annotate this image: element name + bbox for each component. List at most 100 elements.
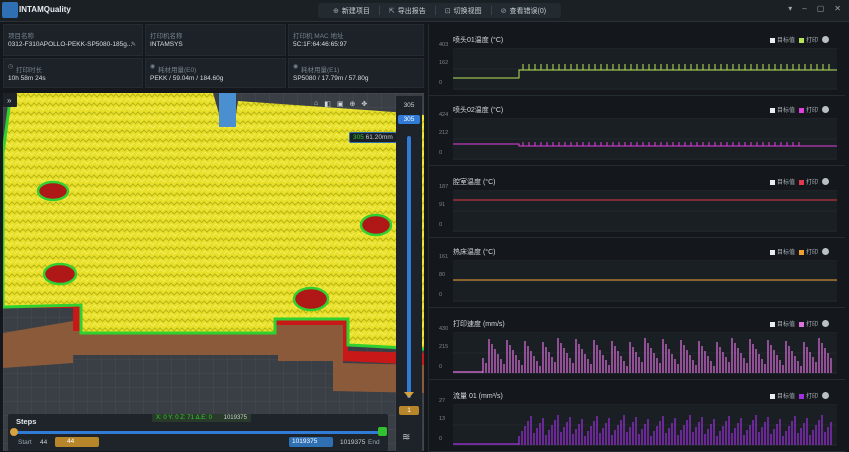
y-tick-label: 212 [439,130,449,136]
main-menu: ⊕ 新建项目 ⇱ 导出报告 ⊡ 切换视图 ⊘ 查看错误(0) [318,3,562,18]
steps-end-value: 1019375 [340,439,366,446]
chart-title: 腔室温度 (°C) [453,179,496,186]
info-project-name: 项目名称 0312-F310APOLLO-PEKK-SP5080-185g...… [3,24,143,56]
layer-slider-track[interactable] [407,136,411,398]
print-info-grid: 项目名称 0312-F310APOLLO-PEKK-SP5080-185g...… [3,24,424,88]
chart-panel: 流量 01 (mm³/s) 目标值 打印 27 13 0 [429,384,845,452]
legend-print[interactable]: 打印 [798,105,818,114]
zoom-icon[interactable]: ⊕ [349,100,355,108]
edit-icon[interactable]: ✎ [131,41,136,48]
chart-panel: 热床温度 (°C) 目标值 打印 161 80 0 [429,240,845,308]
layer-current-value: 305 [353,134,364,141]
new-project-button[interactable]: ⊕ 新建项目 [324,3,379,18]
close-icon[interactable]: ✕ [834,4,841,13]
print-time-label: 打印时长 [16,67,42,74]
legend-target[interactable]: 目标值 [769,105,795,114]
legend-target[interactable]: 目标值 [769,391,795,400]
layer-render[interactable]: » [3,93,424,451]
chart-plot[interactable] [453,48,837,90]
steps-title: Steps [16,417,37,426]
layer-slider-handle[interactable] [404,392,414,398]
3d-viewer[interactable]: » ⌂ ◧ ▣ ⊕ ✥ 305 61.20mm [3,93,424,451]
mac-value: 5C:1F:64:46:65:97 [293,41,347,48]
y-tick-label: 0 [439,436,443,442]
minimize-icon[interactable]: – [802,4,806,13]
maximize-icon[interactable]: ▢ [817,4,825,13]
info-material-e1: 耗材用量(E1) ◉ SP5080 / 17.79m / 57.80g [288,58,424,88]
home-icon[interactable]: ⌂ [314,100,318,108]
spool-icon: ◉ [150,64,156,70]
legend-target[interactable]: 目标值 [769,177,795,186]
chart-legend: 目标值 打印 [769,177,829,186]
steps-start-input[interactable]: 44 [55,437,99,447]
legend-target[interactable]: 目标值 [769,247,795,256]
gear-icon[interactable] [822,106,829,113]
y-tick-label: 0 [439,292,443,298]
export-icon: ⇱ [388,7,395,15]
y-tick-label: 91 [439,202,446,208]
project-name-value: 0312-F310APOLLO-PEKK-SP5080-185g... [8,41,133,48]
steps-slider-track[interactable] [14,431,384,434]
gear-icon[interactable] [822,36,829,43]
steps-start-value: 44 [40,439,48,446]
chart-legend: 目标值 打印 [769,319,829,328]
legend-print[interactable]: 打印 [798,177,818,186]
chart-plot[interactable] [453,118,837,160]
y-tick-label: 161 [439,254,449,260]
app-title: INTAMQuality [19,5,71,14]
info-material-e0: 耗材用量(E0) ◉ PEKK / 59.04m / 184.60g [145,58,286,88]
layers-view-icon[interactable]: ▣ [337,100,344,108]
steps-end-handle[interactable] [378,427,387,436]
layers-icon[interactable]: ≋ [402,432,410,443]
chart-plot[interactable] [453,190,837,232]
y-tick-label: 0 [439,364,443,370]
gear-icon[interactable] [822,178,829,185]
chart-plot[interactable] [453,404,837,446]
layer-height-value: 61.20mm [365,134,393,141]
y-tick-label: 430 [439,326,449,332]
chart-legend: 目标值 打印 [769,35,829,44]
chart-title: 喷头02温度 (°C) [453,107,504,114]
filter-icon[interactable]: ▾ [788,4,792,13]
chart-title: 热床温度 (°C) [453,249,496,256]
coord-value: 1019375 [223,415,247,421]
y-tick-label: 403 [439,42,449,48]
gear-icon[interactable] [822,320,829,327]
plus-circle-icon: ⊕ [333,7,339,15]
y-tick-label: 187 [439,184,449,190]
charts-panel: 喷头01温度 (°C) 目标值 打印 403 162 0 喷头02温度 (°C) 目标值 打印 4… [428,24,849,452]
app-logo-icon [2,2,18,18]
steps-end-label: End [368,439,380,446]
export-report-button[interactable]: ⇱ 导出报告 [380,3,435,18]
switch-view-button[interactable]: ⊡ 切换视图 [436,3,491,18]
material-e1-label: 耗材用量(E1) [301,67,340,74]
layer-current-badge[interactable]: 305 [398,115,420,124]
clock-icon: ◷ [8,64,14,70]
gear-icon[interactable] [822,392,829,399]
y-tick-label: 13 [439,416,446,422]
chart-legend: 目标值 打印 [769,105,829,114]
legend-target[interactable]: 目标值 [769,319,795,328]
chart-plot[interactable] [453,332,837,374]
steps-start-handle[interactable] [10,428,18,436]
window-controls: ▾ – ▢ ✕ [788,4,841,13]
layer-bottom-badge[interactable]: 1 [399,406,419,415]
move-icon[interactable]: ✥ [361,100,367,108]
layer-top-label: 305 [403,102,415,109]
steps-start-label: Start [18,439,32,446]
gear-icon[interactable] [822,248,829,255]
legend-target[interactable]: 目标值 [769,35,795,44]
switch-view-label: 切换视图 [453,7,482,15]
chart-panel: 喷头01温度 (°C) 目标值 打印 403 162 0 [429,28,845,96]
legend-print[interactable]: 打印 [798,247,818,256]
steps-end-input[interactable]: 1019375 [289,437,333,447]
legend-print[interactable]: 打印 [798,319,818,328]
project-name-label: 项目名称 [8,33,34,40]
print-time-value: 10h 58m 24s [8,75,46,82]
cube-icon[interactable]: ◧ [324,100,331,108]
view-errors-button[interactable]: ⊘ 查看错误(0) [492,3,555,18]
material-e1-value: SP5080 / 17.79m / 57.80g [293,75,369,82]
legend-print[interactable]: 打印 [798,391,818,400]
legend-print[interactable]: 打印 [798,35,818,44]
chart-plot[interactable] [453,260,837,302]
